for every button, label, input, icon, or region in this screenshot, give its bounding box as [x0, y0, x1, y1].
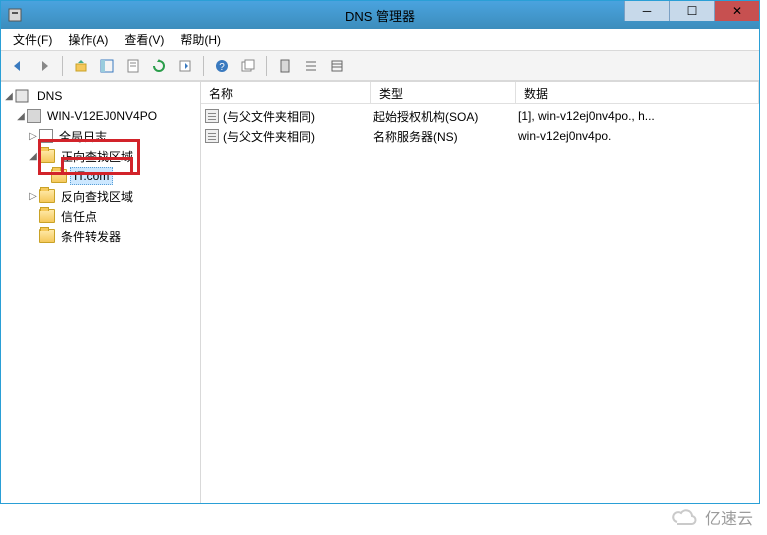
toolbar-separator: [62, 56, 63, 76]
back-button[interactable]: [7, 55, 29, 77]
dns-app-icon: [7, 7, 23, 23]
details-button[interactable]: [326, 55, 348, 77]
forward-button[interactable]: [33, 55, 55, 77]
toolbar: ?: [1, 51, 759, 81]
up-button[interactable]: [70, 55, 92, 77]
record-type: 起始授权机构(SOA): [373, 108, 518, 125]
properties-button[interactable]: [122, 55, 144, 77]
zone-folder-icon: [51, 169, 67, 183]
tree-label: 信任点: [58, 207, 100, 226]
tree-forward-zone[interactable]: ◢ 正向查找区域: [3, 146, 198, 166]
show-hide-tree-button[interactable]: [96, 55, 118, 77]
record-row[interactable]: (与父文件夹相同) 起始授权机构(SOA) [1], win-v12ej0nv4…: [201, 106, 759, 126]
tree-zone-itcom[interactable]: IT.com: [3, 166, 198, 186]
menu-view[interactable]: 查看(V): [118, 28, 174, 51]
menu-action[interactable]: 操作(A): [62, 28, 118, 51]
record-data: win-v12ej0nv4po.: [518, 129, 759, 143]
tree-global-log[interactable]: ▷ 全局日志: [3, 126, 198, 146]
record-type: 名称服务器(NS): [373, 128, 518, 145]
tree-label: 反向查找区域: [58, 187, 136, 206]
list-body[interactable]: (与父文件夹相同) 起始授权机构(SOA) [1], win-v12ej0nv4…: [201, 104, 759, 503]
record-data: [1], win-v12ej0nv4po., h...: [518, 109, 759, 123]
close-button[interactable]: ✕: [714, 1, 759, 21]
tree-root-dns[interactable]: ◢ DNS: [3, 86, 198, 106]
menu-file[interactable]: 文件(F): [7, 28, 62, 51]
tree-reverse-zone[interactable]: ▷ 反向查找区域: [3, 186, 198, 206]
expand-icon[interactable]: ▷: [27, 191, 39, 202]
titlebar: DNS 管理器 ─ ☐ ✕: [1, 1, 759, 29]
toolbar-separator: [266, 56, 267, 76]
expand-icon[interactable]: ▷: [27, 131, 39, 142]
folder-icon: [39, 189, 55, 203]
record-row[interactable]: (与父文件夹相同) 名称服务器(NS) win-v12ej0nv4po.: [201, 126, 759, 146]
window-controls: ─ ☐ ✕: [624, 1, 759, 21]
record-icon: [205, 109, 219, 123]
tree-label: 正向查找区域: [58, 147, 136, 166]
list-header: 名称 类型 数据: [201, 82, 759, 104]
column-data[interactable]: 数据: [516, 82, 759, 103]
record-icon: [205, 129, 219, 143]
toolbar-separator: [203, 56, 204, 76]
list-panel: 名称 类型 数据 (与父文件夹相同) 起始授权机构(SOA) [1], win-…: [201, 82, 759, 503]
folder-icon: [39, 209, 55, 223]
refresh-button[interactable]: [148, 55, 170, 77]
collapse-icon[interactable]: ◢: [27, 151, 39, 162]
tree-label: 全局日志: [56, 127, 110, 146]
collapse-icon[interactable]: ◢: [15, 111, 27, 122]
tree-label: WIN-V12EJ0NV4PO: [44, 108, 160, 124]
maximize-button[interactable]: ☐: [669, 1, 714, 21]
new-window-button[interactable]: [237, 55, 259, 77]
dns-root-icon: [15, 89, 31, 103]
help-button[interactable]: ?: [211, 55, 233, 77]
tree-label-selected: IT.com: [70, 167, 113, 185]
menubar: 文件(F) 操作(A) 查看(V) 帮助(H): [1, 29, 759, 51]
folder-icon: [39, 229, 55, 243]
record-name: (与父文件夹相同): [223, 128, 315, 145]
window: DNS 管理器 ─ ☐ ✕ 文件(F) 操作(A) 查看(V) 帮助(H) ?: [0, 0, 760, 504]
tree-conditional-forwarders[interactable]: 条件转发器: [3, 226, 198, 246]
watermark: 亿速云: [669, 505, 753, 529]
column-type[interactable]: 类型: [371, 82, 516, 103]
minimize-button[interactable]: ─: [624, 1, 669, 21]
svg-text:?: ?: [219, 62, 225, 73]
tree-label: 条件转发器: [58, 227, 124, 246]
filter-button[interactable]: [274, 55, 296, 77]
watermark-text: 亿速云: [705, 505, 753, 529]
export-button[interactable]: [174, 55, 196, 77]
record-name: (与父文件夹相同): [223, 108, 315, 125]
tree-trust-points[interactable]: 信任点: [3, 206, 198, 226]
menu-help[interactable]: 帮助(H): [174, 28, 231, 51]
server-icon: [27, 109, 41, 123]
tree-panel[interactable]: ◢ DNS ◢ WIN-V12EJ0NV4PO ▷ 全局日志 ◢ 正向查找区域: [1, 82, 201, 503]
content-area: ◢ DNS ◢ WIN-V12EJ0NV4PO ▷ 全局日志 ◢ 正向查找区域: [1, 81, 759, 503]
column-name[interactable]: 名称: [201, 82, 371, 103]
tree-server[interactable]: ◢ WIN-V12EJ0NV4PO: [3, 106, 198, 126]
log-icon: [39, 129, 53, 143]
list-button[interactable]: [300, 55, 322, 77]
collapse-icon[interactable]: ◢: [3, 91, 15, 102]
folder-icon: [39, 149, 55, 163]
tree-label: DNS: [34, 88, 65, 104]
